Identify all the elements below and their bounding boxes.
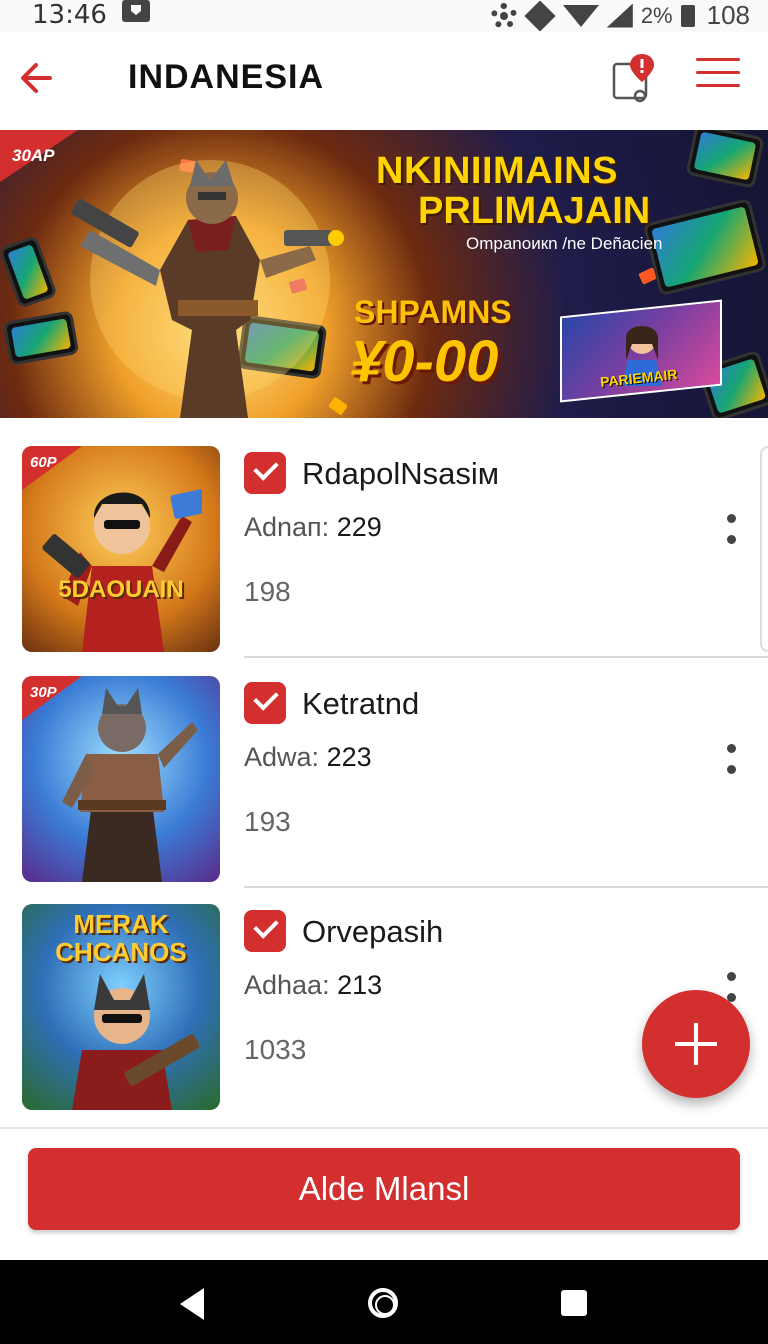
thumbnail-text: MERAK CHCANOS xyxy=(55,909,187,967)
thumbnail-text: 5DAOUAIN xyxy=(58,576,184,603)
item-subtitle: Adhaa: 213 xyxy=(244,970,382,1001)
more-vert-icon xyxy=(718,514,744,544)
item-count: 198 xyxy=(244,576,291,607)
card-edge xyxy=(760,446,768,652)
item-title: Ketratnd xyxy=(302,686,420,721)
item-count: 193 xyxy=(244,806,291,837)
diamond-icon xyxy=(524,0,556,32)
back-button[interactable] xyxy=(16,56,60,100)
item-sub-value: 223 xyxy=(326,742,372,772)
banner-promo-label: SHPAMNS xyxy=(354,294,512,330)
item-checkbox[interactable] xyxy=(244,910,286,952)
signal-icon xyxy=(606,3,633,28)
item-thumbnail: 5DAOUAIN 60P xyxy=(22,446,220,652)
thumbnail-badge-text: 30P xyxy=(30,684,57,701)
item-sub-value: 229 xyxy=(336,512,382,542)
banner-badge-text: 30AP xyxy=(12,146,55,165)
nav-home-icon[interactable] xyxy=(368,1288,398,1318)
divider xyxy=(244,656,768,658)
item-count: 1033 xyxy=(244,1034,307,1065)
gear-icon xyxy=(490,2,517,29)
item-thumbnail: 30P xyxy=(22,676,220,882)
wifi-icon xyxy=(562,4,599,27)
back-arrow-icon xyxy=(21,63,52,93)
item-sub-label: Adhaa: xyxy=(244,970,330,1000)
divider xyxy=(0,1127,768,1129)
more-options-button[interactable] xyxy=(718,510,744,550)
list-item[interactable]: 5DAOUAIN 60P RdapolNsasiм Adnaп: 229 198 xyxy=(0,432,768,658)
thumbnail-character xyxy=(42,489,202,652)
thumbnail-badge-text: 60P xyxy=(30,454,57,471)
banner-title: NKINIIMAINS xyxy=(376,150,618,192)
item-subtitle: Adnaп: 229 xyxy=(244,512,382,543)
banner-promo-amount: ¥0-00 xyxy=(350,329,499,394)
status-icons: 2% 108 xyxy=(490,0,750,32)
status-bar: 13:46 2% 108 xyxy=(0,0,768,32)
more-options-button[interactable] xyxy=(718,740,744,780)
item-sub-label: Adnaп: xyxy=(244,512,330,542)
page-title: INDANESIA xyxy=(128,58,325,96)
battery-percent: 2% xyxy=(640,2,673,28)
item-subtitle: Adwa: 223 xyxy=(244,742,372,773)
item-title: Orvepasih xyxy=(302,914,444,949)
phone-illustration xyxy=(685,130,765,189)
item-checkbox[interactable] xyxy=(244,682,286,724)
menu-button[interactable] xyxy=(696,58,740,98)
phone-illustration xyxy=(0,235,58,309)
list-item[interactable]: 30P Ketratnd Adwa: 223 193 xyxy=(0,662,768,888)
promo-banner[interactable]: 30AP NKINIIMAINS PRLIMAJAIN Ompanoикn /n… xyxy=(0,130,768,418)
item-thumbnail: MERAK CHCANOS xyxy=(22,904,220,1110)
thumbnail-character xyxy=(72,974,200,1110)
item-checkbox[interactable] xyxy=(244,452,286,494)
nav-back-icon[interactable] xyxy=(180,1288,204,1320)
primary-action-button[interactable]: Alde Mlansl xyxy=(28,1148,740,1230)
notification-icon xyxy=(122,0,150,22)
more-vert-icon xyxy=(718,744,744,774)
add-fab-button[interactable] xyxy=(642,990,750,1098)
app-bar: INDANESIA xyxy=(0,32,768,128)
status-time: 13:46 xyxy=(32,0,107,30)
menu-icon xyxy=(696,58,740,87)
item-title: RdapolNsasiм xyxy=(302,456,500,491)
banner-subtitle: Ompanoикn /ne Deñacien xyxy=(466,234,663,253)
status-number: 108 xyxy=(706,0,750,30)
banner-title-2: PRLIMAJAIN xyxy=(418,190,651,232)
system-nav-bar xyxy=(0,1260,768,1344)
divider xyxy=(244,886,768,888)
thumbnail-character xyxy=(62,688,198,882)
location-pin-icon xyxy=(612,54,654,103)
battery-icon xyxy=(680,4,695,27)
item-sub-value: 213 xyxy=(337,970,383,1000)
location-button[interactable] xyxy=(610,52,658,104)
item-sub-label: Adwa: xyxy=(244,742,320,772)
warrior-illustration xyxy=(71,160,344,418)
nav-recents-icon[interactable] xyxy=(561,1290,587,1316)
